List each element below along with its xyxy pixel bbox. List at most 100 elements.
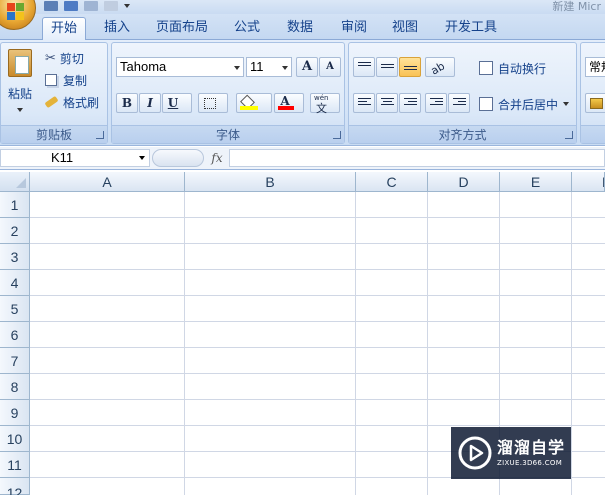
number-format-value: 常规 [589,60,605,74]
clipboard-dialog-launcher[interactable] [96,131,104,139]
quick-access-toolbar [44,0,130,12]
paste-label: 粘贴 [7,87,32,101]
name-box[interactable]: K11 [0,149,150,167]
increase-font-icon: A [301,59,313,74]
clipboard-group: 粘贴 ✂ 剪切 复制 格式刷 剪贴板 [0,42,108,144]
number-format-box[interactable]: 常规 [585,57,605,77]
bottom-align-button[interactable] [399,57,421,77]
gridline [355,192,356,495]
align-center-button[interactable] [376,93,398,113]
save-icon[interactable] [44,1,58,11]
underline-button[interactable]: U [162,93,192,113]
formula-input[interactable] [229,149,605,167]
accounting-format-button[interactable] [585,93,605,113]
play-logo-icon [458,436,492,470]
font-size-box[interactable]: 11 [246,57,292,77]
row-header-12[interactable]: 12 [0,478,30,495]
increase-indent-button[interactable] [448,93,470,113]
top-align-icon [358,62,371,74]
tab-home[interactable]: 开始 [42,17,86,40]
align-right-icon [404,98,417,110]
bold-button[interactable]: B [116,93,138,113]
orientation-button[interactable]: ab [425,57,455,78]
tab-review[interactable]: 审阅 [336,17,372,40]
phonetic-guide-button[interactable]: wén 文 [310,93,340,115]
align-right-button[interactable] [399,93,421,113]
undo-icon[interactable] [64,1,78,11]
font-name-box[interactable]: Tahoma [116,57,244,77]
row-header-1[interactable]: 1 [0,192,30,218]
formula-bar-splitter[interactable] [152,149,204,167]
scissors-icon: ✂ [45,50,56,66]
row-header-7[interactable]: 7 [0,348,30,374]
gridline [30,399,605,400]
middle-align-icon [381,64,394,76]
column-header-e[interactable]: E [500,172,572,192]
row-header-2[interactable]: 2 [0,218,30,244]
row-header-9[interactable]: 9 [0,400,30,426]
font-size-dropdown-icon [282,66,288,70]
decrease-indent-button[interactable] [425,93,447,113]
insert-function-icon[interactable]: fx [206,150,228,166]
wrap-text-button[interactable]: 自动换行 [479,59,546,77]
print-preview-icon[interactable] [104,1,118,11]
font-dialog-launcher[interactable] [333,131,341,139]
borders-icon [204,98,216,109]
row-header-4[interactable]: 4 [0,270,30,296]
align-left-button[interactable] [353,93,375,113]
gridline [184,192,185,495]
format-painter-button[interactable]: 格式刷 [44,93,99,111]
column-header-f[interactable]: F [572,172,605,192]
fill-color-button[interactable] [236,93,272,113]
paste-icon [8,49,32,77]
gridline [30,373,605,374]
tab-page-layout[interactable]: 页面布局 [152,17,212,40]
redo-icon[interactable] [84,1,98,11]
row-header-11[interactable]: 11 [0,452,30,478]
window-title: 新建 Micr [552,0,601,13]
gridline [30,347,605,348]
gridline [30,269,605,270]
tab-insert[interactable]: 插入 [100,17,134,40]
row-header-6[interactable]: 6 [0,322,30,348]
tab-data[interactable]: 数据 [282,17,318,40]
paste-button[interactable]: 粘贴 [5,47,35,123]
column-header-c[interactable]: C [356,172,428,192]
copy-label: 复制 [63,73,88,88]
font-color-button[interactable]: A [274,93,304,113]
accounting-icon [590,98,603,109]
middle-align-button[interactable] [376,57,398,77]
borders-button[interactable] [198,93,228,113]
tab-developer[interactable]: 开发工具 [441,17,501,40]
merge-center-button[interactable]: 合并后居中 [479,95,570,113]
increase-font-button[interactable]: A [296,57,318,77]
decrease-font-button[interactable]: A [319,57,341,77]
tab-view[interactable]: 视图 [387,17,423,40]
number-group: 常规 [580,42,605,144]
tab-formulas[interactable]: 公式 [229,17,265,40]
copy-button[interactable]: 复制 [45,71,87,89]
column-header-b[interactable]: B [185,172,356,192]
row-header-10[interactable]: 10 [0,426,30,452]
name-box-dropdown-icon[interactable] [139,156,145,160]
column-header-a[interactable]: A [30,172,185,192]
decrease-font-icon: A [326,61,334,72]
row-header-8[interactable]: 8 [0,374,30,400]
cut-button[interactable]: ✂ 剪切 [45,49,84,67]
bottom-align-icon [404,66,417,78]
column-header-d[interactable]: D [428,172,500,192]
row-header-3[interactable]: 3 [0,244,30,270]
watermark-url: ZIXUE.3D66.COM [497,459,563,467]
select-all-button[interactable] [0,172,30,192]
row-header-5[interactable]: 5 [0,296,30,322]
font-name-dropdown-icon [234,66,240,70]
italic-button[interactable]: I [139,93,161,113]
top-align-button[interactable] [353,57,375,77]
clipboard-group-label: 剪贴板 [1,125,107,143]
orientation-icon: ab [428,59,448,78]
bold-icon: B [121,96,133,110]
paste-dropdown-icon [17,108,23,112]
customize-qat-icon[interactable] [124,4,130,8]
watermark-title: 溜溜自学 [497,438,566,457]
alignment-dialog-launcher[interactable] [565,131,573,139]
